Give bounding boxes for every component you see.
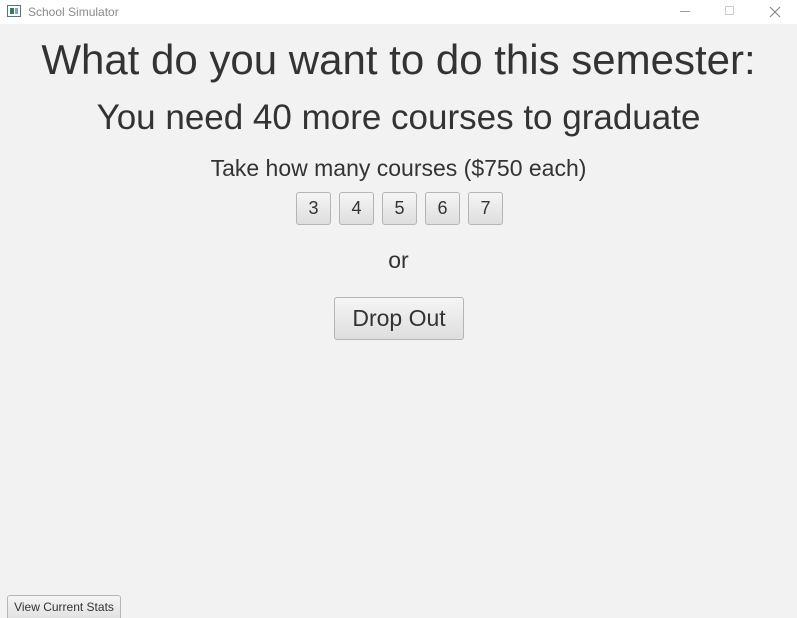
courses-prompt: Take how many courses ($750 each) bbox=[210, 155, 587, 181]
page-title: What do you want to do this semester: bbox=[41, 36, 756, 83]
close-icon[interactable] bbox=[753, 0, 797, 24]
app-window-icon bbox=[7, 5, 21, 17]
window-title: School Simulator bbox=[28, 5, 119, 19]
course-count-button-5[interactable]: 5 bbox=[382, 192, 417, 225]
or-separator-text: or bbox=[388, 247, 409, 273]
view-current-stats-button[interactable]: View Current Stats bbox=[7, 595, 121, 618]
maximize-icon[interactable] bbox=[708, 0, 752, 24]
course-count-options: 3 4 5 6 7 bbox=[296, 192, 503, 225]
course-count-button-3[interactable]: 3 bbox=[296, 192, 331, 225]
app-window: School Simulator What do you want to do … bbox=[0, 0, 797, 618]
title-bar[interactable]: School Simulator bbox=[0, 0, 797, 24]
drop-out-button[interactable]: Drop Out bbox=[334, 297, 464, 340]
courses-remaining-text: You need 40 more courses to graduate bbox=[96, 98, 701, 137]
course-count-button-7[interactable]: 7 bbox=[468, 192, 503, 225]
course-count-button-6[interactable]: 6 bbox=[425, 192, 460, 225]
course-count-button-4[interactable]: 4 bbox=[339, 192, 374, 225]
minimize-icon[interactable] bbox=[664, 0, 708, 24]
main-content: What do you want to do this semester: Yo… bbox=[0, 24, 797, 618]
